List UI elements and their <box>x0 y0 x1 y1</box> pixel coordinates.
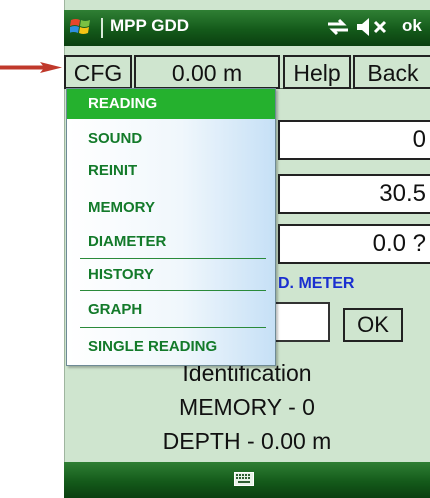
menu-item-history[interactable]: HISTORY <box>67 260 275 290</box>
menu-separator <box>80 290 266 291</box>
pointer-arrow-icon <box>0 62 62 73</box>
entry-input[interactable] <box>270 302 330 342</box>
menu-item-reinit[interactable]: REINIT <box>67 156 275 186</box>
title-separator <box>101 18 103 38</box>
back-button[interactable]: Back <box>353 55 430 89</box>
cfg-button[interactable]: CFG <box>64 55 132 89</box>
keyboard-icon[interactable] <box>234 472 254 486</box>
title-ok-button[interactable]: ok <box>402 14 422 38</box>
memory-status: MEMORY - 0 <box>179 394 315 420</box>
menu-item-sound[interactable]: SOUND <box>67 124 275 154</box>
depth-display: 0.00 m <box>134 55 280 89</box>
menu-item-memory[interactable]: MEMORY <box>67 193 275 223</box>
value-field-1[interactable]: 0 <box>278 120 430 160</box>
app-title: MPP GDD <box>110 16 190 35</box>
help-button[interactable]: Help <box>283 55 351 89</box>
windows-logo-icon[interactable] <box>70 16 92 38</box>
meter-label: D. METER <box>278 275 355 292</box>
menu-item-graph[interactable]: GRAPH <box>67 295 275 325</box>
volume-muted-icon[interactable] <box>355 15 395 39</box>
menu-item-reading[interactable]: READING <box>67 89 275 119</box>
value-field-3[interactable]: 0.0 ? <box>278 224 430 264</box>
menu-item-diameter[interactable]: DIAMETER <box>67 227 275 257</box>
menu-item-single-reading[interactable]: SINGLE READING <box>67 332 275 362</box>
menu-separator <box>80 327 266 328</box>
ok-button[interactable]: OK <box>343 308 403 342</box>
connectivity-icon[interactable] <box>325 15 351 39</box>
depth-status: DEPTH - 0.00 m <box>162 428 332 454</box>
value-field-2[interactable]: 30.5 <box>278 174 430 214</box>
menu-separator <box>80 258 266 259</box>
